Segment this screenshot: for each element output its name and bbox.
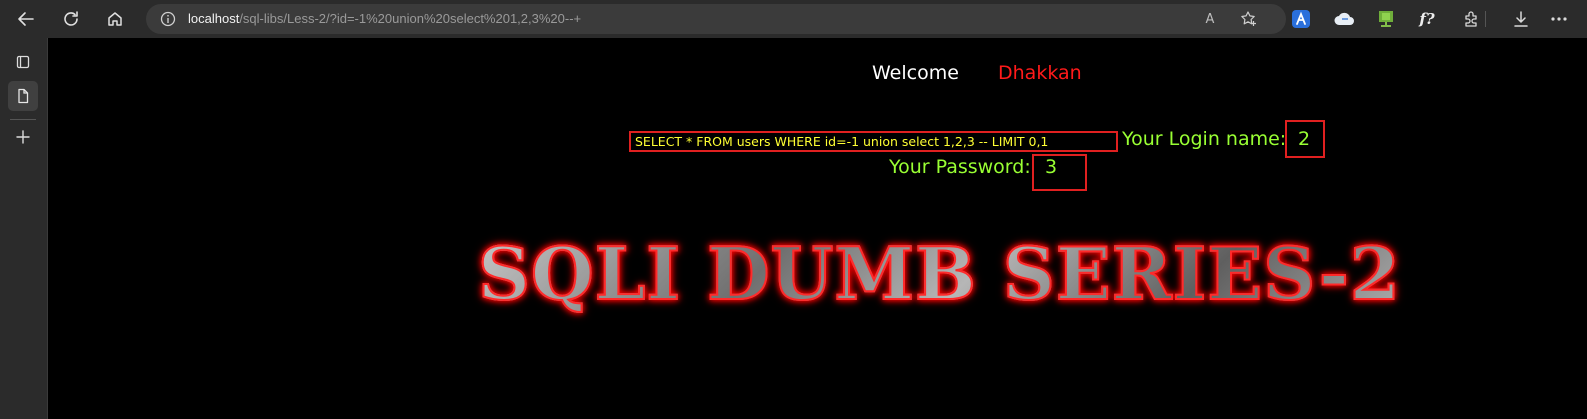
sidebar-divider [10,119,36,120]
page-icon[interactable] [8,81,38,111]
read-aloud-label: A [1205,11,1215,27]
more-icon[interactable] [1548,8,1570,30]
toolbar-divider [1485,11,1486,27]
cloud-icon[interactable] [1333,8,1355,30]
browser-toolbar: localhost/sql-libs/Less-2/?id=-1%20union… [0,0,1587,38]
favorite-add-icon[interactable] [1239,9,1259,29]
extension-a-icon[interactable] [1290,8,1312,30]
read-aloud-icon[interactable]: A [1200,9,1220,29]
monitor-icon[interactable] [1375,8,1397,30]
back-icon[interactable] [13,6,39,32]
url-path: /sql-libs/Less-2/?id=-1%20union%20select… [239,11,582,26]
welcome-label: Welcome [872,62,959,84]
login-value-highlight-box [1285,120,1325,158]
extensions-icon[interactable] [1460,8,1482,30]
url-host: localhost [188,11,240,26]
download-icon[interactable] [1510,8,1532,30]
vertical-tabs-sidebar [0,38,48,419]
formula-icon[interactable]: f? [1416,8,1438,30]
welcome-name: Dhakkan [998,62,1082,84]
home-icon[interactable] [102,6,128,32]
add-icon[interactable] [8,122,38,152]
tab-actions-icon[interactable] [8,47,38,77]
sql-query-text: SELECT * FROM users WHERE id=-1 union se… [635,134,1049,149]
formula-label: f? [1419,10,1435,28]
series-banner: SQLI DUMB SERIES-2 [477,229,1468,319]
refresh-icon[interactable] [58,6,84,32]
password-label: Your Password: [889,156,1031,178]
password-value-highlight-box [1032,154,1087,191]
url-text[interactable]: localhost/sql-libs/Less-2/?id=-1%20union… [188,11,581,26]
login-name-label: Your Login name: [1122,128,1287,150]
address-bar[interactable]: localhost/sql-libs/Less-2/?id=-1%20union… [146,4,1286,34]
info-icon[interactable] [158,9,178,29]
